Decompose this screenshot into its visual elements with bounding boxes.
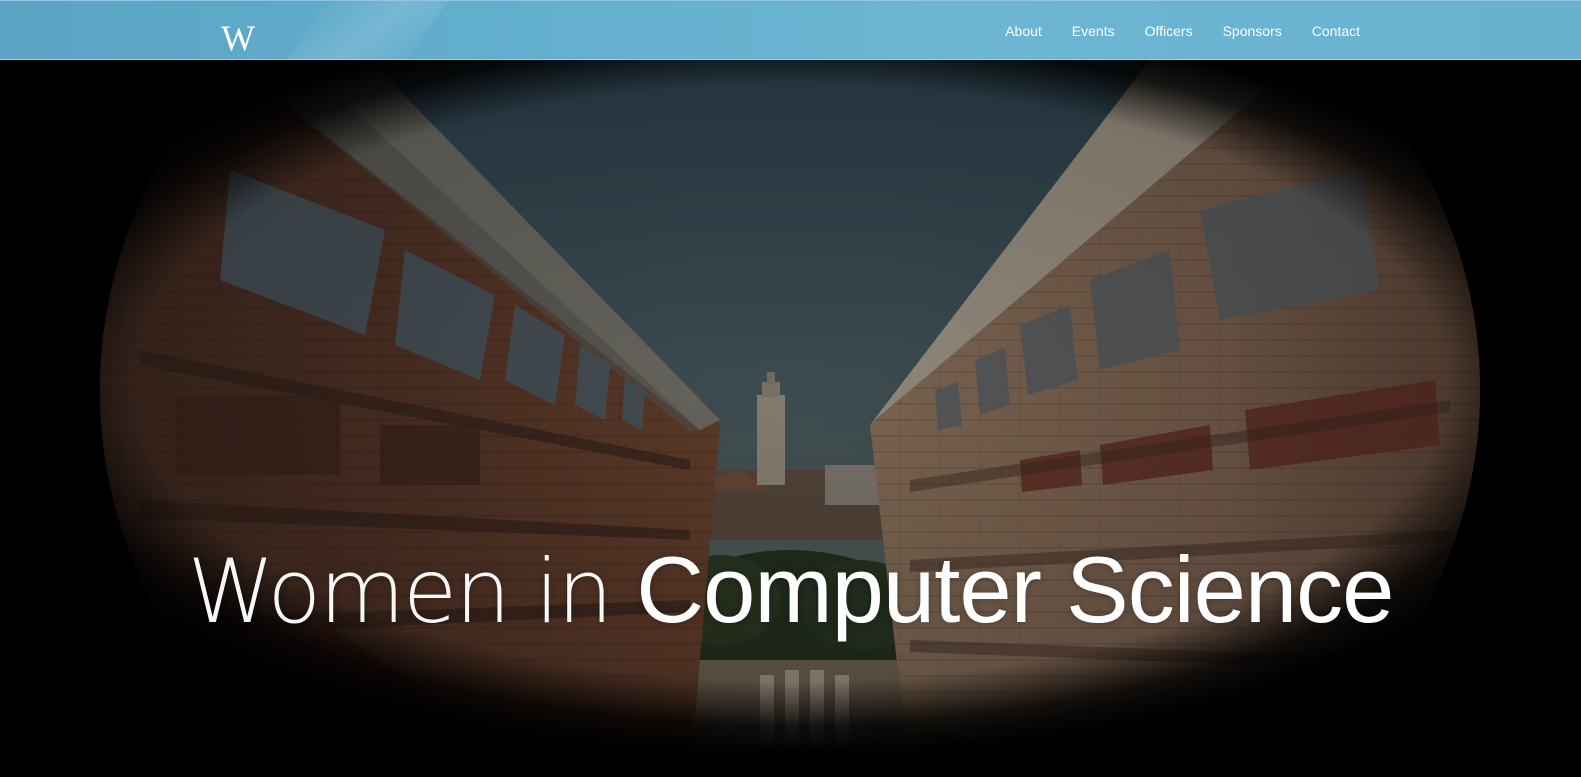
site-logo[interactable]: W xyxy=(221,20,255,56)
hero-title-light: Women in xyxy=(187,539,614,643)
main-nav: About Events Officers Sponsors Contact xyxy=(1005,1,1360,59)
nav-events-link[interactable]: Events xyxy=(1072,23,1115,39)
nav-officers-link[interactable]: Officers xyxy=(1145,23,1193,39)
top-navbar: W About Events Officers Sponsors Contact xyxy=(0,0,1581,60)
nav-about-link[interactable]: About xyxy=(1005,23,1042,39)
hero-banner: Women in Computer Science xyxy=(0,60,1581,777)
hero-background-image xyxy=(0,60,1581,777)
hero-title: Women in Computer Science xyxy=(0,535,1581,647)
hero-title-bold: Computer Science xyxy=(636,536,1394,642)
nav-contact-link[interactable]: Contact xyxy=(1312,23,1360,39)
nav-sponsors-link[interactable]: Sponsors xyxy=(1223,23,1282,39)
